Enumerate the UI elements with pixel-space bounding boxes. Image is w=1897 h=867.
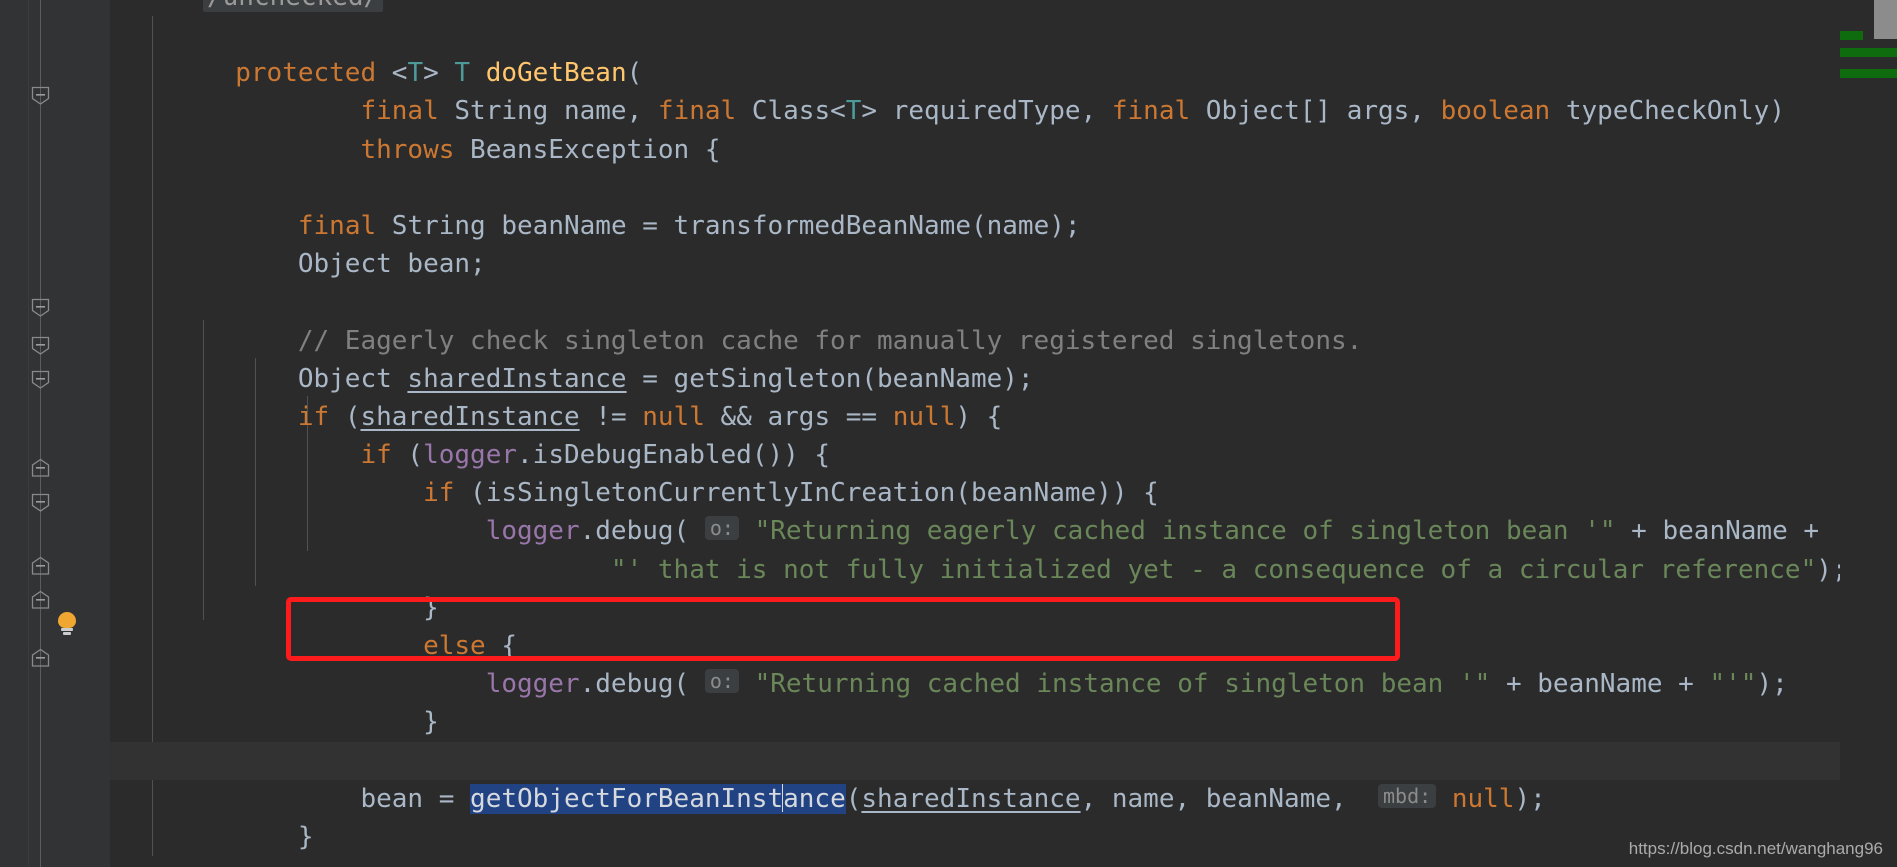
code-line[interactable]: } [110, 665, 1840, 737]
code-line[interactable]: else { [110, 589, 1840, 661]
code-line[interactable]: logger.debug( o: "Returning eagerly cach… [110, 474, 1840, 546]
bulb-glass [58, 612, 76, 628]
bulb-base-1 [61, 628, 73, 631]
code-line[interactable]: else { [110, 856, 1840, 867]
code-line[interactable]: if (sharedInstance != null && args == nu… [110, 360, 1840, 432]
code-line[interactable]: } [110, 551, 1840, 623]
code-lines: /unchecked/ protected <T> T doGetBean( f… [110, 0, 1848, 867]
code-line[interactable]: protected <T> T doGetBean( [110, 16, 1840, 88]
code-line[interactable]: Object sharedInstance = getSingleton(bea… [110, 322, 1840, 394]
code-line[interactable]: if (logger.isDebugEnabled()) { [110, 398, 1840, 470]
fold-expand-icon[interactable] [30, 556, 51, 577]
code-line[interactable]: // Eagerly check singleton cache for man… [110, 283, 1840, 356]
fold-collapse-icon[interactable] [30, 492, 51, 513]
code-line[interactable]: final String name, final Class<T> requir… [110, 54, 1840, 126]
code-line[interactable] [110, 131, 1840, 169]
vertical-scrollbar-thumb[interactable] [1874, 0, 1897, 39]
code-editor-window: /unchecked/ protected <T> T doGetBean( f… [0, 0, 1897, 867]
blog-watermark: https://blog.csdn.net/wanghang96 [1628, 839, 1883, 858]
unchecked-annotation-chip: /unchecked/ [203, 0, 384, 12]
code-line[interactable] [110, 245, 1840, 283]
error-stripe-margin[interactable] [1840, 0, 1897, 867]
fold-expand-icon[interactable] [30, 648, 51, 669]
code-line[interactable]: Object bean; [110, 207, 1840, 279]
code-line[interactable]: if (isSingletonCurrentlyInCreation(beanN… [110, 436, 1840, 508]
gutter-annotation-strip [0, 0, 29, 867]
intention-bulb-icon[interactable] [56, 612, 78, 636]
vcs-change-marker[interactable] [1840, 69, 1897, 78]
code-line[interactable]: logger.debug( o: "Returning cached insta… [110, 627, 1840, 699]
vcs-change-marker[interactable] [1840, 31, 1863, 40]
code-line[interactable]: } [110, 703, 1840, 776]
code-line[interactable]: "' that is not fully initialized yet - a… [110, 512, 1848, 585]
fold-collapse-icon[interactable] [30, 85, 51, 106]
code-line-active[interactable]: bean = getObjectForBeanInstance(sharedIn… [110, 741, 1840, 814]
fold-collapse-icon[interactable] [30, 297, 51, 318]
code-line[interactable]: throws BeansException { [110, 92, 1840, 165]
fold-expand-icon[interactable] [30, 590, 51, 611]
fold-collapse-icon[interactable] [30, 369, 51, 390]
bulb-base-2 [63, 632, 71, 635]
code-line[interactable]: /unchecked/ [110, 0, 1840, 16]
code-line[interactable] [110, 818, 1840, 856]
code-folding-rail [40, 0, 41, 867]
vcs-change-marker[interactable] [1840, 48, 1897, 57]
fold-collapse-icon[interactable] [30, 335, 51, 356]
code-line[interactable]: } [110, 780, 1840, 852]
code-text-area[interactable]: /unchecked/ protected <T> T doGetBean( f… [110, 0, 1848, 867]
editor-gutter[interactable] [0, 0, 110, 867]
code-line[interactable]: final String beanName = transformedBeanN… [110, 169, 1840, 241]
fold-expand-icon[interactable] [30, 458, 51, 479]
